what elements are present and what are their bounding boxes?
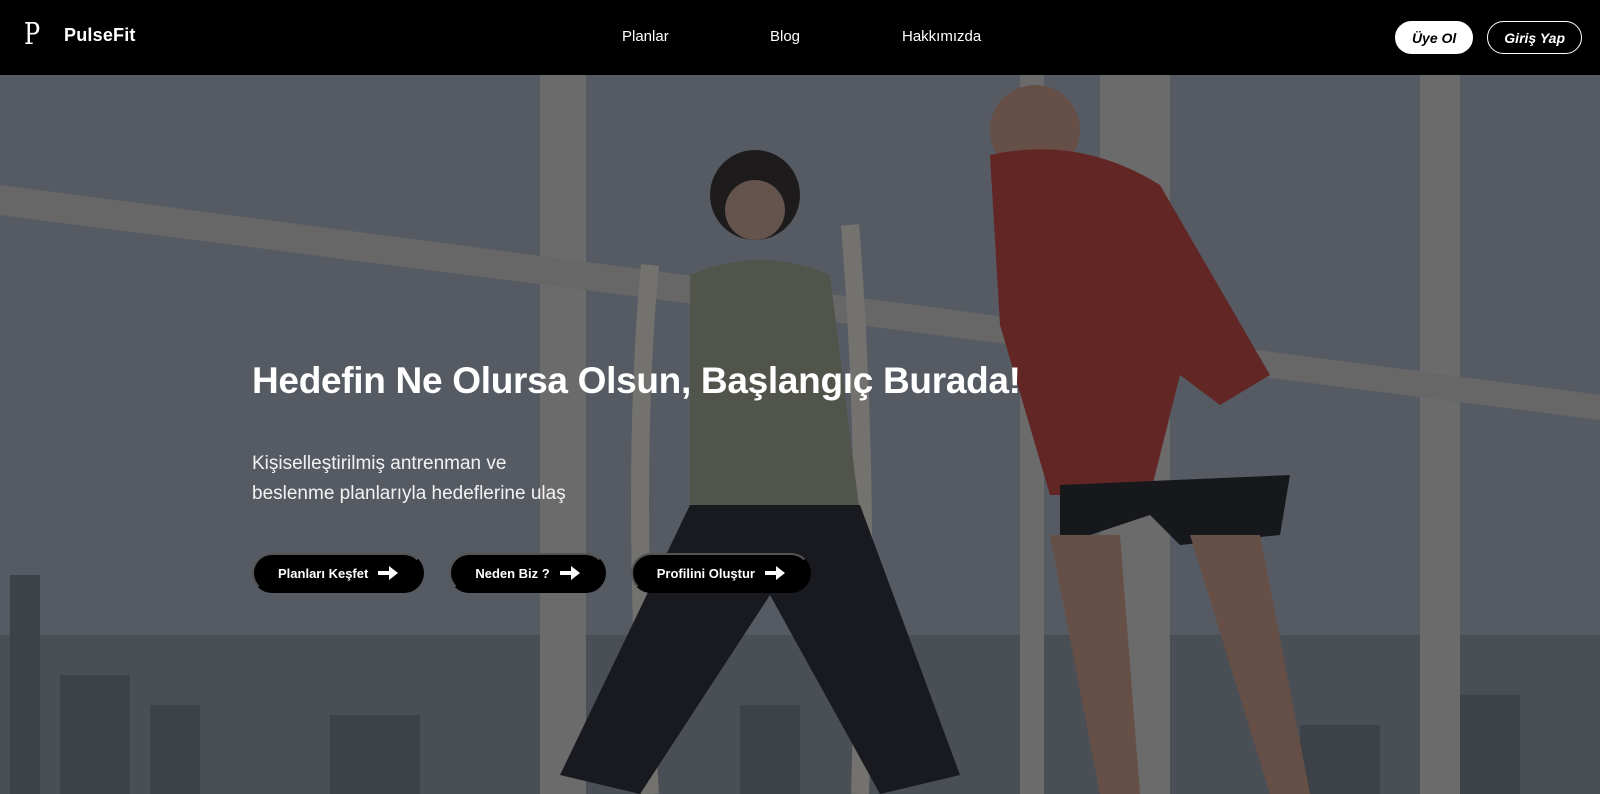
hero-content: Hedefin Ne Olursa Olsun, Başlangıç Burad…: [252, 360, 1021, 593]
arrow-right-icon: [378, 566, 399, 580]
create-profile-button[interactable]: Profilini Oluştur: [630, 553, 811, 593]
explore-plans-button[interactable]: Planları Keşfet: [252, 553, 425, 593]
hero-subtitle-line-1: Kişiselleştirilmiş antrenman ve: [252, 453, 507, 474]
signup-button[interactable]: Üye Ol: [1394, 21, 1474, 54]
why-us-button[interactable]: Neden Biz ?: [449, 553, 606, 593]
arrow-right-icon: [559, 566, 580, 580]
nav-link-blog[interactable]: Blog: [770, 28, 800, 45]
main-nav: Planlar Blog Hakkımızda: [0, 28, 1600, 48]
login-button[interactable]: Giriş Yap: [1487, 21, 1582, 54]
hero-subtitle-line-2: beslenme planlarıyla hedeflerine ulaş: [252, 483, 566, 504]
hero-actions: Planları Keşfet Neden Biz ? Profilini Ol…: [252, 553, 1021, 593]
navbar: P PulseFit Planlar Blog Hakkımızda Üye O…: [0, 0, 1600, 75]
explore-plans-label: Planları Keşfet: [278, 565, 369, 581]
hero-section: Hedefin Ne Olursa Olsun, Başlangıç Burad…: [0, 75, 1600, 794]
nav-link-planlar[interactable]: Planlar: [622, 28, 669, 45]
hero-title: Hedefin Ne Olursa Olsun, Başlangıç Burad…: [252, 360, 1021, 401]
nav-link-hakkimizda[interactable]: Hakkımızda: [902, 28, 981, 45]
create-profile-label: Profilini Oluştur: [656, 565, 755, 581]
auth-buttons: Üye Ol Giriş Yap: [1394, 21, 1582, 54]
why-us-label: Neden Biz ?: [475, 565, 550, 581]
hero-subtitle: Kişiselleştirilmiş antrenman ve beslenme…: [252, 449, 612, 509]
arrow-right-icon: [764, 566, 785, 580]
